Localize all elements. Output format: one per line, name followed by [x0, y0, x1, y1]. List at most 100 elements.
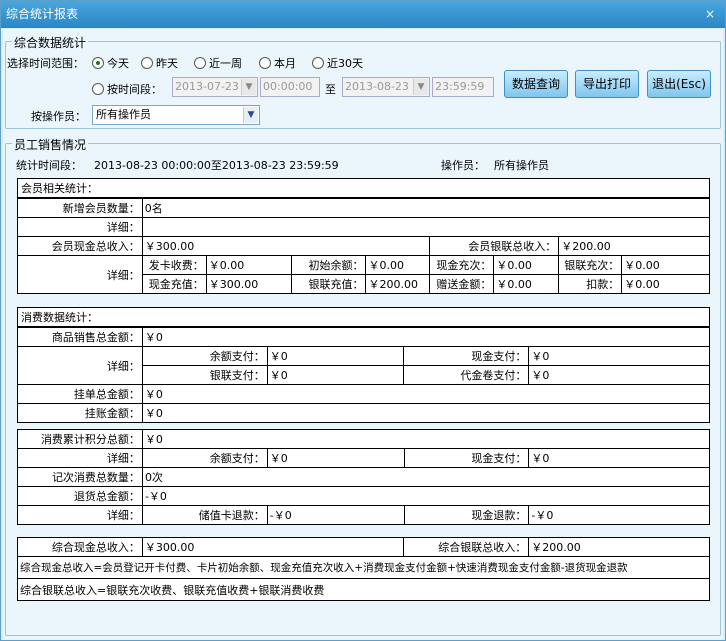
- member-union-total-value: ￥200.00: [558, 236, 710, 256]
- cash-refund-value: -￥0: [528, 505, 710, 525]
- chevron-down-icon[interactable]: ▼: [243, 107, 258, 123]
- radio-today[interactable]: 今天: [92, 55, 129, 71]
- cash-times-value: ￥0.00: [493, 255, 560, 275]
- window-title: 综合统计报表: [6, 7, 79, 21]
- stats-legend: 综合数据统计: [12, 34, 89, 51]
- radio-30days-dot: [312, 57, 324, 69]
- member-union-total-label: 会员银联总收入：: [429, 236, 560, 256]
- points-total-value: ￥0: [141, 429, 711, 449]
- count-total-label: 记次消费总数量：: [17, 467, 143, 487]
- table-row: 详细： 储值卡退款： -￥0 现金退款： -￥0: [17, 505, 710, 525]
- radio-today-dot: [92, 57, 104, 69]
- consume-table: 商品销售总金额： ￥0 详细： 余额支付： ￥0 现金支付： ￥0 银联支付： …: [17, 327, 711, 423]
- radio-week[interactable]: 近一周: [194, 55, 242, 71]
- cash-charge-label: 现金充值：: [141, 274, 207, 294]
- summary-table: 综合现金总收入： ￥300.00 综合银联总收入： ￥200.00 综合现金总收…: [17, 537, 710, 601]
- member-table: 新增会员数量： 0名 详细： 会员现金总收入： ￥300.00 会员银联总收入：…: [17, 198, 711, 294]
- end-date-picker[interactable]: 2013-08-23 ▼: [342, 77, 430, 97]
- count-total-value: 0次: [141, 467, 711, 487]
- chevron-down-icon[interactable]: ▼: [413, 79, 428, 95]
- radio-period-label: 按时间段：: [107, 83, 162, 96]
- refund-total-label: 退货总金额：: [17, 486, 143, 506]
- title-bar: 综合统计报表 ×: [1, 1, 725, 28]
- table-row: 商品销售总金额： ￥0: [17, 327, 711, 347]
- consume-panel: 消费数据统计： 商品销售总金额： ￥0 详细： 余额支付： ￥0 现金支付： ￥…: [17, 307, 711, 423]
- cash-times-label: 现金充次：: [429, 255, 495, 275]
- cash-refund-label: 现金退款：: [403, 505, 530, 525]
- union-times-value: ￥0.00: [621, 255, 710, 275]
- radio-month[interactable]: 本月: [259, 55, 296, 71]
- query-button[interactable]: 数据查询: [504, 70, 568, 98]
- range-label: 选择时间范围：: [7, 57, 84, 70]
- radio-yesterday[interactable]: 昨天: [141, 55, 178, 71]
- union-pay-label: 银联支付：: [141, 365, 268, 385]
- points-balance-label: 余额支付：: [141, 448, 268, 468]
- radio-yesterday-dot: [141, 57, 153, 69]
- operator-select[interactable]: 所有操作员 ▼: [92, 105, 260, 125]
- sales-operator-label: 操作员：: [441, 159, 485, 172]
- points-cash-label: 现金支付：: [403, 448, 530, 468]
- summary-union-value: ￥200.00: [528, 537, 710, 557]
- gift-label: 赠送金额：: [429, 274, 495, 294]
- table-row: 综合现金总收入： ￥300.00 综合银联总收入： ￥200.00: [17, 537, 710, 557]
- hang-total-value: ￥0: [141, 384, 711, 404]
- end-time-field[interactable]: 23:59:59: [432, 77, 494, 97]
- sales-operator-value: 所有操作员: [494, 159, 549, 172]
- union-charge-label: 银联充值：: [290, 274, 367, 294]
- close-icon[interactable]: ×: [699, 5, 721, 23]
- card-fee-value: ￥0.00: [205, 255, 292, 275]
- member-cash-total-label: 会员现金总收入：: [17, 236, 143, 256]
- table-row: 综合现金总收入=会员登记开卡付费、卡片初始余额、现金充值充次收入+消费现金支付金…: [17, 556, 710, 579]
- consume-detail-label: 详细：: [17, 346, 143, 385]
- points-total-label: 消费累计积分总额：: [17, 429, 143, 449]
- report-window: 综合统计报表 × 综合数据统计 选择时间范围： 今天 昨天 近一周 本月 近30…: [0, 0, 726, 641]
- print-button[interactable]: 导出打印: [575, 70, 639, 98]
- operator-select-value: 所有操作员: [96, 108, 151, 121]
- sales-legend: 员工销售情况: [12, 136, 89, 153]
- table-row: 详细： 余额支付： ￥0 现金支付： ￥0: [17, 346, 710, 385]
- radio-period[interactable]: 按时间段：: [92, 81, 162, 97]
- period-label: 统计时间段：: [16, 159, 82, 172]
- goods-total-value: ￥0: [141, 327, 711, 347]
- gift-value: ￥0.00: [493, 274, 560, 294]
- hang-total-label: 挂单总金额：: [17, 384, 143, 404]
- union-times-label: 银联充次：: [558, 255, 623, 275]
- end-date-value: 2013-08-23: [345, 80, 409, 93]
- radio-month-label: 本月: [274, 57, 296, 70]
- deduct-value: ￥0.00: [621, 274, 710, 294]
- cash-pay-value: ￥0: [528, 346, 710, 366]
- union-pay-value: ￥0: [266, 365, 405, 385]
- exit-button[interactable]: 退出(Esc): [647, 70, 711, 98]
- summary-cash-value: ￥300.00: [141, 537, 405, 557]
- table-row: 综合银联总收入=银联充次收费、银联充值收费+银联消费收费: [17, 578, 710, 601]
- start-date-picker[interactable]: 2013-07-23 ▼: [172, 77, 258, 97]
- cash-pay-label: 现金支付：: [403, 346, 530, 366]
- points-table: 消费累计积分总额： ￥0 详细： 余额支付： ￥0 现金支付： ￥0 记次消费总…: [17, 429, 711, 525]
- new-member-value: 0名: [141, 198, 711, 218]
- points-cash-value: ￥0: [528, 448, 710, 468]
- member-detail2-label: 详细：: [17, 255, 143, 294]
- radio-week-label: 近一周: [209, 57, 242, 70]
- table-row: 详细： 余额支付： ￥0 现金支付： ￥0: [17, 448, 710, 468]
- member-panel: 会员相关统计： 新增会员数量： 0名 详细： 会员现金总收入： ￥300.00 …: [17, 178, 711, 294]
- voucher-pay-label: 代金卷支付：: [403, 365, 530, 385]
- consume-header: 消费数据统计：: [18, 308, 709, 327]
- chevron-down-icon[interactable]: ▼: [241, 79, 256, 95]
- start-time-field[interactable]: 00:00:00: [260, 77, 320, 97]
- table-row: 挂账金额： ￥0: [17, 403, 711, 423]
- deduct-label: 扣款：: [558, 274, 623, 294]
- radio-30days[interactable]: 近30天: [312, 55, 363, 71]
- new-member-label: 新增会员数量：: [17, 198, 143, 218]
- balance-pay-label: 余额支付：: [141, 346, 268, 366]
- card-refund-label: 储值卡退款：: [141, 505, 268, 525]
- table-row: 退货总金额： -￥0: [17, 486, 711, 506]
- client-area: 综合数据统计 选择时间范围： 今天 昨天 近一周 本月 近30天 按时间段： 2…: [3, 29, 723, 640]
- summary-cash-label: 综合现金总收入：: [17, 537, 143, 557]
- init-balance-label: 初始余额：: [290, 255, 367, 275]
- table-row: 挂单总金额： ￥0: [17, 384, 711, 404]
- table-row: 详细： 发卡收费： ￥0.00 初始余额： ￥0.00 现金充次： ￥0.00 …: [17, 255, 710, 294]
- credit-label: 挂账金额：: [17, 403, 143, 423]
- member-detail-empty: [141, 217, 711, 237]
- balance-pay-value: ￥0: [266, 346, 405, 366]
- radio-month-dot: [259, 57, 271, 69]
